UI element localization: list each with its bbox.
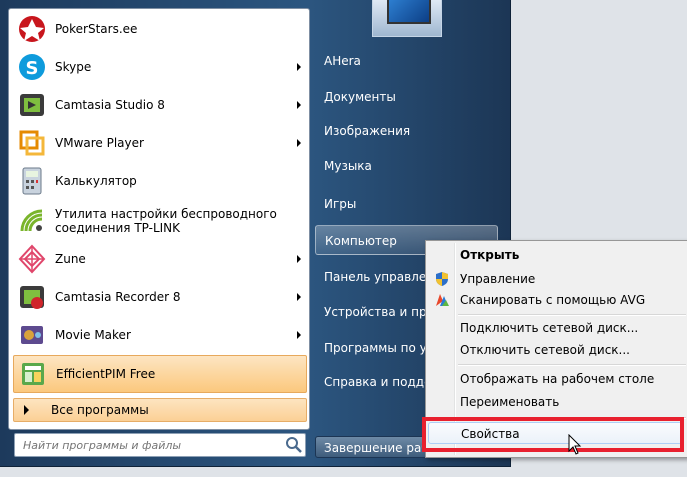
menu-item-show-on-desktop[interactable]: Отображать на рабочем столе (428, 368, 684, 390)
program-label: PokerStars.ee (55, 22, 138, 36)
highlight-frame (422, 417, 684, 452)
all-programs-label: Все программы (51, 403, 149, 417)
place-games[interactable]: Игры (315, 189, 495, 219)
search-box[interactable] (14, 433, 306, 457)
program-movie-maker[interactable]: Movie Maker (13, 317, 305, 353)
wireless-icon (17, 206, 47, 236)
menu-item-disconnect-drive[interactable]: Отключить сетевой диск... (428, 339, 684, 361)
user-picture[interactable] (372, 0, 442, 37)
menu-item-rename[interactable]: Переименовать (428, 391, 684, 413)
program-label: VMware Player (55, 136, 144, 150)
program-skype[interactable]: S Skype (13, 49, 305, 85)
zune-icon (17, 244, 47, 274)
menu-separator (458, 364, 686, 365)
menu-item-label: Сканировать с помощью AVG (460, 293, 646, 307)
avg-icon (434, 292, 450, 308)
submenu-arrow-icon (297, 139, 301, 147)
menu-item-label: Отключить сетевой диск... (460, 343, 630, 357)
program-label: Zune (55, 252, 86, 266)
all-programs-arrow-icon (24, 405, 29, 415)
camtasia-studio-icon (17, 90, 47, 120)
pokerstars-icon (17, 14, 47, 44)
menu-item-label: Открыть (460, 248, 520, 262)
place-music[interactable]: Музыка (315, 151, 495, 181)
program-label: EfficientPIM Free (56, 367, 156, 381)
calculator-icon (17, 166, 47, 196)
menu-separator (458, 314, 686, 315)
program-pokerstars[interactable]: PokerStars.ee (13, 11, 305, 47)
shield-icon (434, 271, 450, 287)
menu-item-open[interactable]: Открыть (428, 244, 684, 266)
menu-item-label: Управление (460, 272, 536, 286)
program-label: Калькулятор (55, 174, 137, 188)
menu-item-map-drive[interactable]: Подключить сетевой диск... (428, 317, 684, 339)
menu-item-scan-avg[interactable]: Сканировать с помощью AVG (428, 289, 684, 311)
place-documents[interactable]: Документы (315, 82, 495, 112)
search-input[interactable] (21, 435, 283, 455)
program-camtasia-recorder[interactable]: Camtasia Recorder 8 (13, 279, 305, 315)
programs-pane: PokerStars.ee S Skype Camtasia Studio 8 … (8, 8, 310, 430)
program-camtasia-studio[interactable]: Camtasia Studio 8 (13, 87, 305, 123)
submenu-arrow-icon (297, 293, 301, 301)
program-zune[interactable]: Zune (13, 241, 305, 277)
search-icon[interactable] (283, 434, 305, 456)
submenu-arrow-icon (297, 331, 301, 339)
program-label: Movie Maker (55, 328, 131, 342)
menu-item-label: Подключить сетевой диск... (460, 321, 639, 335)
menu-item-manage[interactable]: Управление (428, 268, 684, 290)
program-vmware[interactable]: VMware Player (13, 125, 305, 161)
program-label: Skype (55, 60, 92, 74)
submenu-arrow-icon (297, 255, 301, 263)
skype-icon: S (17, 52, 47, 82)
menu-item-label: Отображать на рабочем столе (460, 372, 655, 386)
program-efficientpim[interactable]: EfficientPIM Free (13, 355, 307, 393)
place-user-folder[interactable]: AHera (315, 46, 495, 76)
menu-item-label: Переименовать (460, 395, 560, 409)
movie-maker-icon (17, 320, 47, 350)
computer-icon (387, 0, 431, 24)
efficientpim-icon (18, 359, 48, 389)
vmware-icon (17, 128, 47, 158)
submenu-arrow-icon (297, 63, 301, 71)
program-calculator[interactable]: Калькулятор (13, 163, 305, 199)
all-programs-button[interactable]: Все программы (13, 398, 307, 422)
program-label: Утилита настройки беспроводного соединен… (55, 207, 277, 235)
svg-text:S: S (26, 58, 39, 79)
place-pictures[interactable]: Изображения (315, 116, 495, 146)
submenu-arrow-icon (297, 101, 301, 109)
program-tp-link[interactable]: Утилита настройки беспроводного соединен… (13, 201, 305, 241)
camtasia-recorder-icon (17, 282, 47, 312)
program-label: Camtasia Studio 8 (55, 98, 165, 112)
mouse-cursor-icon (568, 434, 582, 455)
program-label: Camtasia Recorder 8 (55, 290, 181, 304)
